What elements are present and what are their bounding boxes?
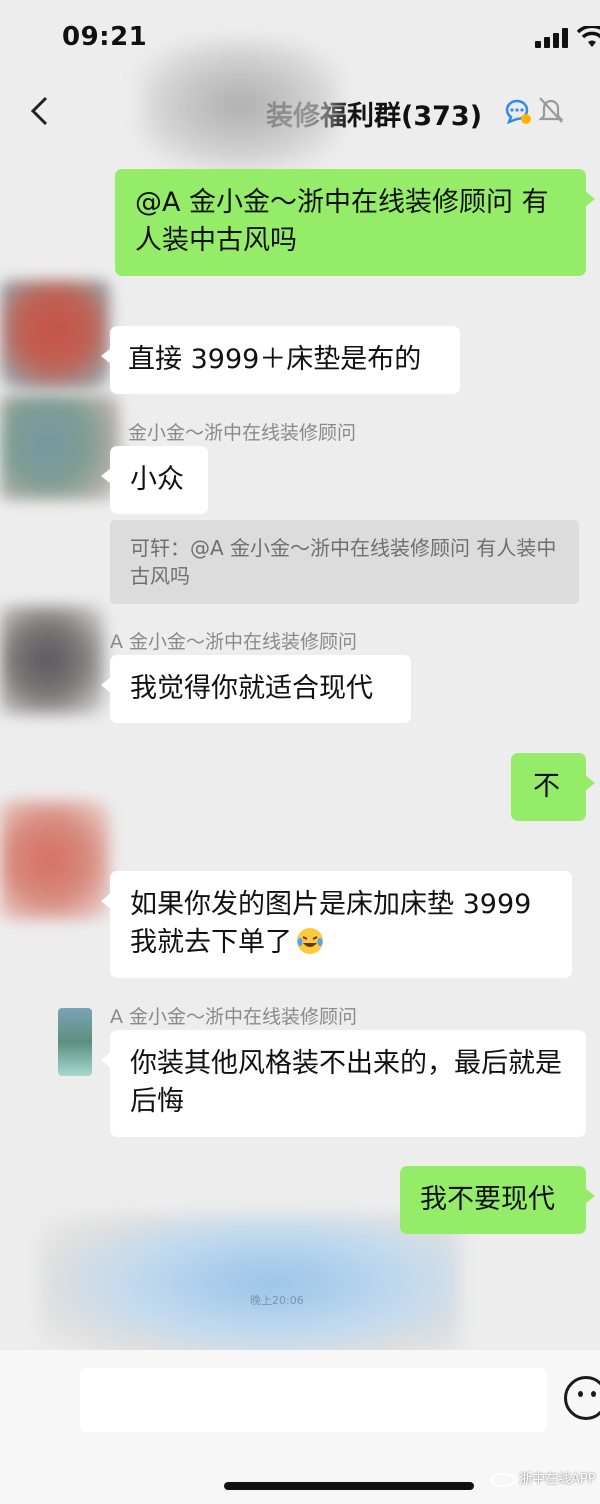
- sender-name: 金小金～浙中在线装修顾问: [128, 422, 357, 444]
- message-bubble[interactable]: 如果你发的图片是床加床垫 3999 我就去下单了: [101, 871, 572, 978]
- chat-header: 装修福利群(373): [0, 80, 600, 146]
- cellular-signal-icon: [535, 28, 569, 48]
- redaction-scribble: [40, 1215, 460, 1365]
- message-text: 我不要现代: [420, 1184, 555, 1215]
- input-bar: 浙中在线APP: [0, 1350, 600, 1504]
- message-text: 你装其他风格装不出来的，最后就是后悔: [130, 1048, 562, 1117]
- message-bubble-own[interactable]: @A 金小金～浙中在线装修顾问 有人装中古风吗: [115, 169, 595, 276]
- message-bubble-own[interactable]: 我不要现代: [400, 1166, 595, 1234]
- message-text: @A 金小金～浙中在线装修顾问 有人装中古风吗: [135, 187, 549, 256]
- sender-name: A 金小金～浙中在线装修顾问: [110, 631, 358, 653]
- quoted-text: 可轩：@A 金小金～浙中在线装修顾问 有人装中古风吗: [130, 536, 557, 588]
- back-chevron-icon[interactable]: [28, 96, 52, 126]
- sender-name: A 金小金～浙中在线装修顾问: [110, 1006, 358, 1028]
- message-input[interactable]: [80, 1368, 547, 1432]
- status-bar: 09:21: [0, 0, 600, 80]
- message-text: 直接 3999＋床垫是布的: [128, 344, 422, 375]
- message-bubble[interactable]: 我觉得你就适合现代: [101, 655, 411, 723]
- home-indicator: [224, 1482, 474, 1490]
- message-text: 我觉得你就适合现代: [130, 673, 373, 704]
- message-bubble[interactable]: 小众: [101, 446, 208, 514]
- message-text: 不: [533, 771, 560, 802]
- timestamp: 晚上20:06: [250, 1294, 304, 1307]
- avatar[interactable]: [0, 605, 105, 715]
- mute-bell-icon[interactable]: [538, 96, 564, 124]
- emoji-button-icon[interactable]: [564, 1376, 600, 1420]
- message-text: 如果你发的图片是床加床垫 3999 我就去下单了: [130, 889, 532, 958]
- message-bubble[interactable]: 你装其他风格装不出来的，最后就是后悔: [101, 1030, 586, 1137]
- watermark-logo-icon: [490, 1472, 516, 1487]
- quoted-message[interactable]: 可轩：@A 金小金～浙中在线装修顾问 有人装中古风吗: [110, 520, 579, 604]
- avatar[interactable]: [0, 280, 110, 390]
- avatar[interactable]: [0, 395, 120, 500]
- wifi-icon: [577, 26, 600, 48]
- chat-bubble-icon[interactable]: [503, 98, 533, 126]
- avatar[interactable]: [58, 1008, 92, 1076]
- watermark: 浙中在线APP: [490, 1468, 596, 1487]
- chat-title: 装修福利群(373): [266, 101, 483, 132]
- message-bubble-own[interactable]: 不: [511, 753, 595, 821]
- message-text: 小众: [130, 464, 184, 495]
- avatar[interactable]: [0, 800, 110, 920]
- laughing-crying-emoji-icon: [295, 926, 325, 956]
- status-time: 09:21: [62, 22, 148, 52]
- message-bubble[interactable]: 直接 3999＋床垫是布的: [101, 326, 460, 394]
